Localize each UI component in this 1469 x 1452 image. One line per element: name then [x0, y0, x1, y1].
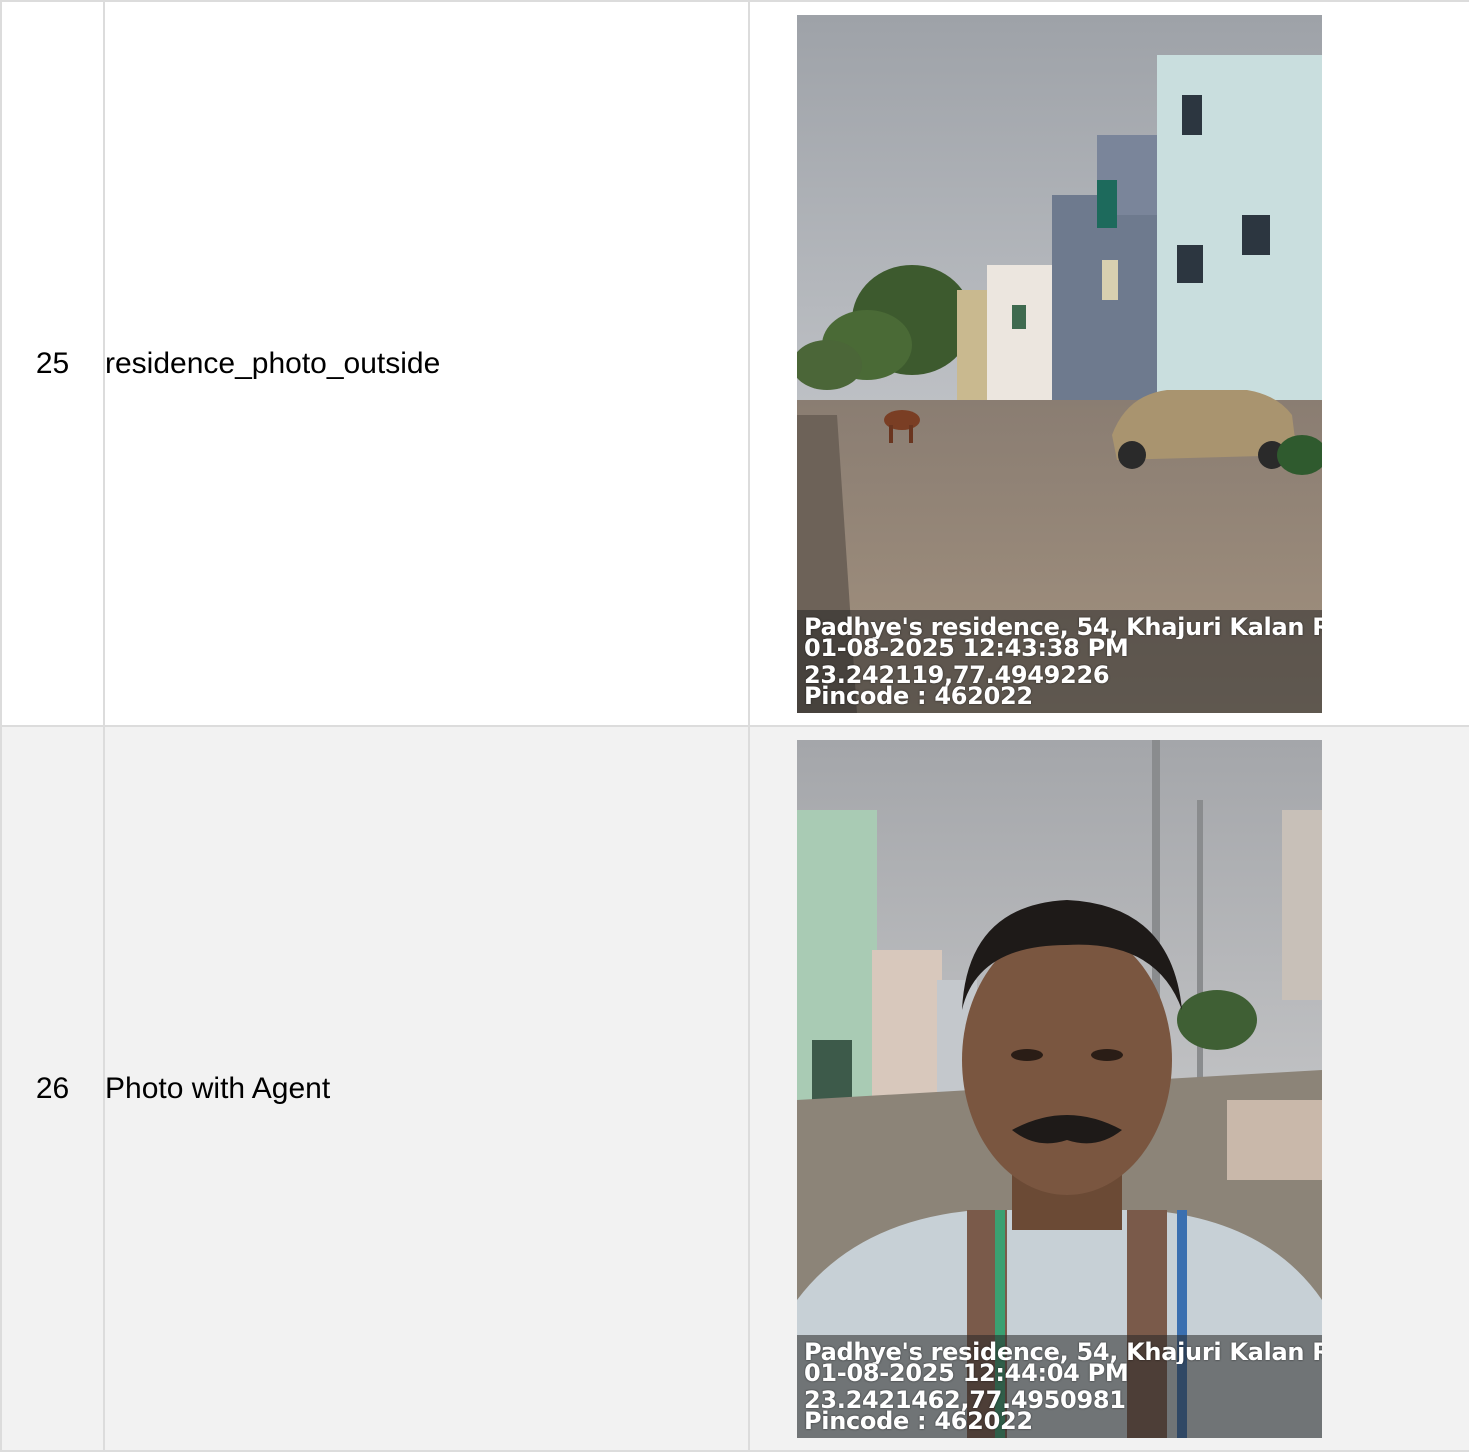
residence-photo[interactable]: Padhye's residence, 54, Khajuri Kalan Rd…	[797, 14, 1322, 713]
caption-address: Padhye's residence, 54, Khajuri Kalan Rd…	[804, 1340, 1322, 1364]
agent-photo-image	[797, 739, 1322, 1438]
photo-cell: Padhye's residence, 54, Khajuri Kalan Rd…	[748, 0, 1469, 727]
photo-caption-overlay: Padhye's residence, 54, Khajuri Kalan Rd…	[797, 609, 1322, 713]
agent-photo[interactable]: Padhye's residence, 54, Khajuri Kalan Rd…	[797, 739, 1322, 1438]
row-label: residence_photo_outside	[103, 0, 750, 727]
caption-address: Padhye's residence, 54, Khajuri Kalan Rd…	[804, 615, 1322, 639]
row-number: 26	[0, 725, 105, 1452]
table-row: 25 residence_photo_outside Padhye's resi…	[0, 0, 1469, 727]
table-row: 26 Photo with Agent Padhye's residence, …	[0, 725, 1469, 1452]
row-label: Photo with Agent	[103, 725, 750, 1452]
caption-coordinates: 23.242119,77.4949226	[804, 663, 1110, 687]
caption-timestamp: 01-08-2025 12:43:38 PM	[804, 636, 1129, 660]
caption-pincode: Pincode : 462022	[804, 684, 1033, 708]
residence-photo-image	[797, 14, 1322, 713]
photo-caption-overlay: Padhye's residence, 54, Khajuri Kalan Rd…	[797, 1334, 1322, 1438]
document-table: 25 residence_photo_outside Padhye's resi…	[0, 0, 1469, 1452]
caption-pincode: Pincode : 462022	[804, 1409, 1033, 1433]
row-number: 25	[0, 0, 105, 727]
caption-coordinates: 23.2421462,77.4950981	[804, 1388, 1126, 1412]
photo-cell: Padhye's residence, 54, Khajuri Kalan Rd…	[748, 725, 1469, 1452]
caption-timestamp: 01-08-2025 12:44:04 PM	[804, 1361, 1129, 1385]
